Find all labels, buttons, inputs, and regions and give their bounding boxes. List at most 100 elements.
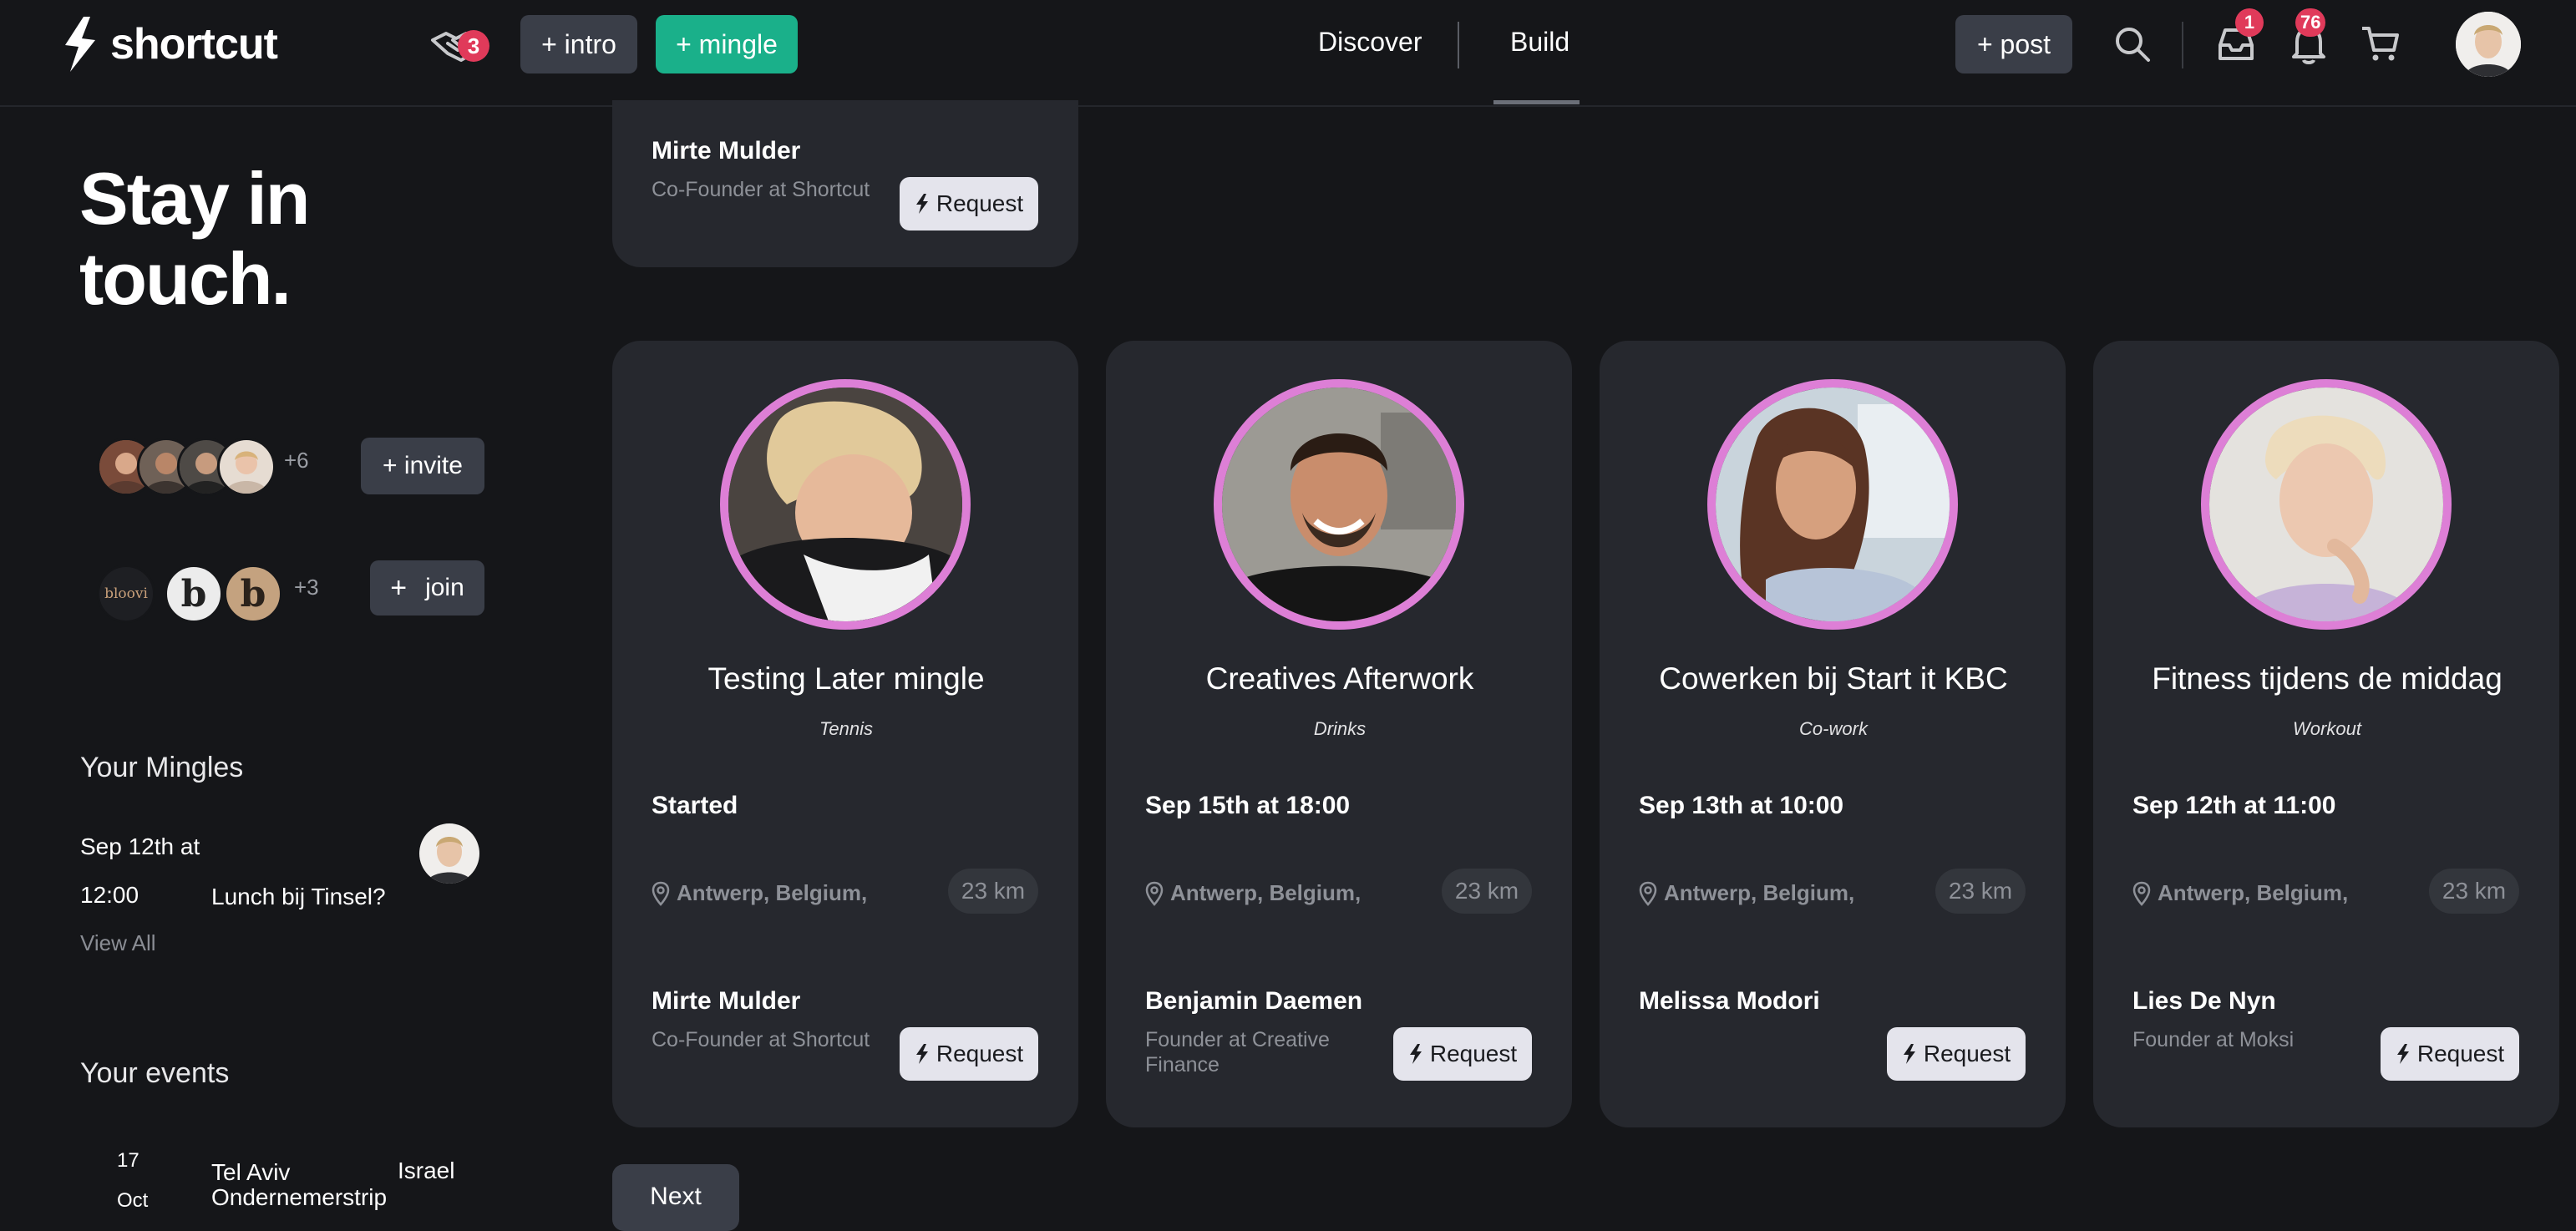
mingle-location-text: Antwerp, Belgium, <box>1664 880 1855 905</box>
request-button[interactable]: Request <box>1393 1027 1532 1081</box>
request-button-label: Request <box>2416 1041 2505 1066</box>
contact-avatar[interactable] <box>217 438 276 496</box>
contact-avatar-photo <box>220 440 273 494</box>
event-month: Oct <box>117 1189 149 1212</box>
host-name: Mirte Mulder <box>652 987 801 1015</box>
handshake-count-badge: 3 <box>458 30 489 62</box>
mingle-photo <box>720 379 971 630</box>
request-button-label: Request <box>1923 1041 2011 1066</box>
mingle-host-photo <box>419 823 479 884</box>
group-avatar-b-gold[interactable]: b <box>224 565 282 623</box>
bolt-icon <box>915 1044 928 1064</box>
mingle-photo <box>1214 379 1464 630</box>
event-name-line-1: Tel Aviv <box>211 1159 291 1185</box>
host-role-line-1: Founder at Moksi <box>2132 1028 2295 1051</box>
event-day: 17 <box>117 1149 139 1172</box>
header-separator <box>2182 22 2183 68</box>
host-name: Benjamin Daemen <box>1145 987 1363 1015</box>
shortcut-bolt-icon <box>65 17 95 72</box>
mingle-location: Antwerp, Belgium, <box>1639 880 1854 906</box>
mingle-location-text: Antwerp, Belgium, <box>1170 880 1362 905</box>
invite-button[interactable]: + invite <box>361 438 484 494</box>
mingle-photo-image <box>1716 388 1950 621</box>
mingle-card[interactable]: Cowerken bij Start it KBC Co-work Sep 13… <box>1600 341 2066 1127</box>
host-role: Founder at Moksi <box>2132 1027 2294 1052</box>
mingle-category: Drinks <box>1313 718 1367 739</box>
app-logo[interactable]: shortcut <box>58 15 278 73</box>
mingle-category: Co-work <box>1799 718 1868 739</box>
more-groups-count: +3 <box>294 575 319 600</box>
group-logo-text: b <box>240 572 266 616</box>
mingle-photo-image <box>728 388 962 621</box>
mingle-card[interactable]: Testing Later mingle Tennis Started Antw… <box>612 341 1078 1127</box>
request-button[interactable]: Request <box>900 1027 1038 1081</box>
request-button-label: Request <box>936 190 1024 216</box>
mingle-card[interactable]: Fitness tijdens de middag Workout Sep 12… <box>2093 341 2559 1127</box>
view-all-link[interactable]: View All <box>80 930 156 956</box>
distance-badge: 23 km <box>1935 869 2026 914</box>
event-name[interactable]: Tel Aviv Ondernemerstrip <box>211 1159 387 1211</box>
mingle-card-partial: Mirte Mulder Co-Founder at Shortcut Requ… <box>612 100 1078 267</box>
group-avatar-b[interactable]: b <box>165 565 223 623</box>
location-pin-icon <box>2132 881 2151 906</box>
host-role-line-1: Founder at Creative <box>1145 1028 1330 1051</box>
bolt-icon <box>2396 1044 2409 1064</box>
mingle-name[interactable]: Lunch bij Tinsel? <box>211 884 386 910</box>
intro-button[interactable]: + intro <box>520 15 637 73</box>
mingle-category: Tennis <box>819 718 873 739</box>
location-pin-icon <box>1145 881 1164 906</box>
mingle-category: Workout <box>2293 718 2361 739</box>
next-page-button[interactable]: Next <box>612 1164 739 1231</box>
page-headline: Stay in touch. <box>79 157 311 320</box>
mingle-photo-image <box>2209 388 2443 621</box>
distance-badge: 23 km <box>1442 869 1532 914</box>
mingle-date: Sep 13th at 10:00 <box>1639 792 1844 819</box>
search-icon[interactable] <box>2113 25 2152 63</box>
bolt-icon <box>1903 1044 1915 1064</box>
cart-icon[interactable] <box>2360 23 2401 63</box>
request-button[interactable]: Request <box>900 177 1038 230</box>
host-name: Lies De Nyn <box>2132 987 2276 1015</box>
location-pin-icon <box>1639 881 1657 906</box>
mingle-location-text: Antwerp, Belgium, <box>2158 880 2349 905</box>
headline-line-2: touch. <box>79 237 292 320</box>
mingle-photo-image <box>1222 388 1456 621</box>
mingle-time: 12:00 <box>80 882 139 908</box>
user-avatar[interactable] <box>2456 12 2521 77</box>
tab-build[interactable]: Build <box>1510 27 1569 58</box>
mingle-photo <box>1707 379 1958 630</box>
mingle-title: Cowerken bij Start it KBC <box>1659 661 2008 696</box>
tab-discover[interactable]: Discover <box>1318 27 1422 58</box>
group-logo-text: bloovi <box>104 585 148 602</box>
request-button[interactable]: Request <box>2381 1027 2519 1081</box>
top-bar: shortcut 3 + intro + mingle Discover Bui… <box>0 0 2576 107</box>
user-avatar-photo <box>2456 12 2521 77</box>
mingle-card[interactable]: Creatives Afterwork Drinks Sep 15th at 1… <box>1106 341 1572 1127</box>
group-logo-text: b <box>180 572 207 616</box>
location-pin-icon <box>652 881 670 906</box>
app-name: shortcut <box>110 20 278 68</box>
mingle-host-avatar[interactable] <box>419 823 479 884</box>
notification-count-badge: 76 <box>2295 8 2326 37</box>
host-role: Founder at Creative Finance <box>1145 1027 1330 1077</box>
mingle-button[interactable]: + mingle <box>656 15 798 73</box>
distance-badge: 23 km <box>948 869 1038 914</box>
post-button[interactable]: + post <box>1955 15 2072 73</box>
join-button[interactable]: + join <box>370 560 484 616</box>
host-role-line-2: Finance <box>1145 1053 1220 1076</box>
request-button[interactable]: Request <box>1887 1027 2026 1081</box>
request-button-label: Request <box>936 1041 1024 1066</box>
group-avatar-bloovi[interactable]: bloovi <box>97 565 155 623</box>
more-contacts-count: +6 <box>284 448 309 473</box>
bolt-icon <box>1409 1044 1422 1064</box>
join-button-label: join <box>425 574 464 601</box>
mingle-location: Antwerp, Belgium, <box>652 880 867 906</box>
event-name-line-2: Ondernemerstrip <box>211 1184 388 1210</box>
event-country: Israel <box>398 1158 455 1183</box>
mingle-location: Antwerp, Belgium, <box>1145 880 1361 906</box>
headline-line-1: Stay in <box>79 157 311 240</box>
mingle-date: Sep 12th at 11:00 <box>2132 792 2336 819</box>
plus-icon: + <box>390 571 408 604</box>
mingle-title: Fitness tijdens de middag <box>2152 661 2502 696</box>
mingle-date: Started <box>652 792 738 819</box>
